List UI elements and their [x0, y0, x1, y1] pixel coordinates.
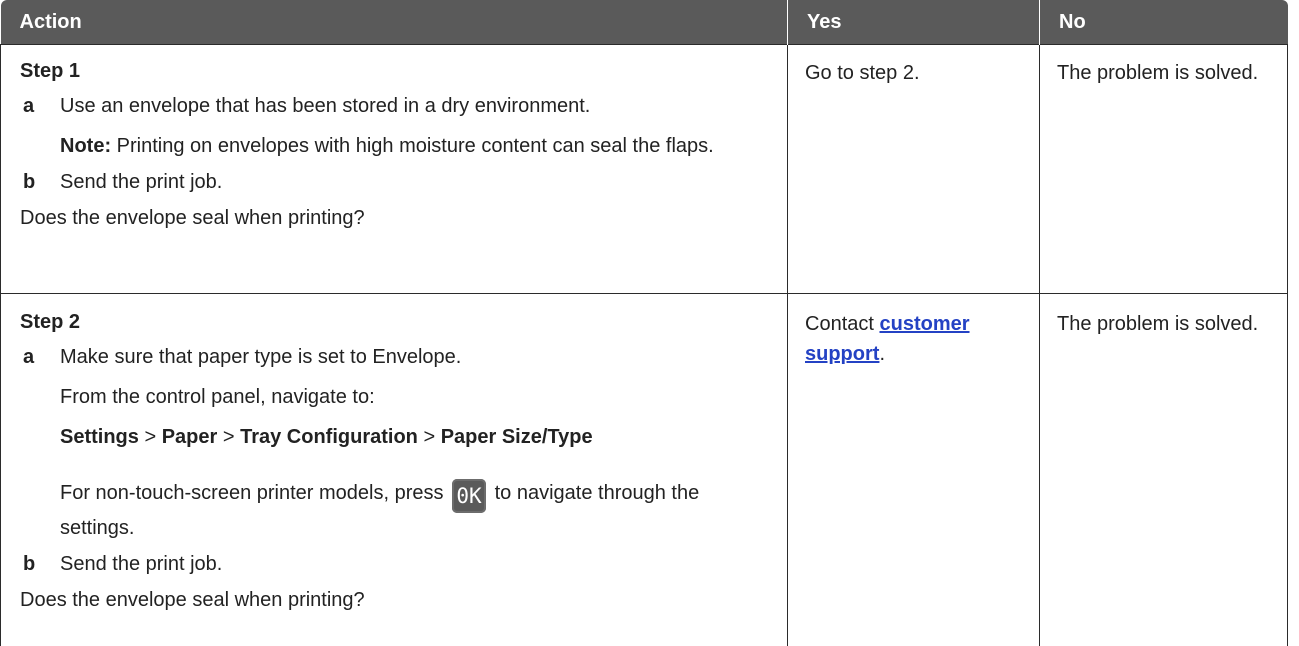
path-tray-configuration: Tray Configuration [240, 426, 418, 448]
non-touch-instruction: For non-touch-screen printer models, pre… [20, 478, 771, 543]
step-1-note: Note: Printing on envelopes with high mo… [20, 131, 771, 161]
step-2-substep-a: a Make sure that paper type is set to En… [20, 342, 771, 372]
no-text-step-1: The problem is solved. [1057, 62, 1259, 84]
substep-letter: b [23, 171, 36, 193]
step-1-substep-a: a Use an envelope that has been stored i… [20, 91, 771, 121]
header-action: Action [0, 0, 788, 45]
note-text: Printing on envelopes with high moisture… [111, 135, 714, 157]
table-row-step-2: Step 2 a Make sure that paper type is se… [0, 293, 1288, 646]
yes-text-step-2: Contact customer support. [788, 294, 1039, 369]
troubleshooting-table: Action Yes No Step 1 a Use an envelope t… [0, 0, 1288, 646]
path-settings: Settings [60, 426, 139, 448]
step-1-title: Step 1 [20, 60, 81, 82]
ok-button-icon: 0K [452, 479, 487, 513]
header-row: Action Yes No [0, 0, 1288, 45]
action-cell-step-1: Step 1 a Use an envelope that has been s… [0, 44, 788, 294]
yes-prefix: Contact [805, 313, 880, 335]
path-separator: > [417, 426, 441, 448]
header-yes: Yes [787, 0, 1040, 45]
step-2-question: Does the envelope seal when printing? [20, 589, 365, 611]
no-cell-step-2: The problem is solved. [1039, 293, 1288, 646]
path-separator: > [138, 426, 162, 448]
no-text-step-2: The problem is solved. [1057, 313, 1259, 335]
yes-cell-step-1: Go to step 2. [787, 44, 1040, 294]
substep-letter: a [23, 346, 35, 368]
header-no: No [1039, 0, 1288, 45]
action-cell-step-2: Step 2 a Make sure that paper type is se… [0, 293, 788, 646]
substep-text: Send the print job. [60, 171, 223, 193]
step-1-substep-b: b Send the print job. [20, 167, 771, 197]
path-paper: Paper [161, 426, 218, 448]
yes-text-step-1: Go to step 2. [805, 62, 920, 84]
nav-intro: From the control panel, navigate to: [60, 386, 375, 408]
substep-text: Send the print job. [60, 553, 223, 575]
step-2-title: Step 2 [20, 311, 81, 333]
menu-path: Settings > Paper > Tray Configuration > … [20, 422, 771, 452]
substep-text: Make sure that paper type is set to Enve… [60, 346, 462, 368]
yes-suffix: . [879, 343, 885, 365]
path-separator: > [217, 426, 241, 448]
yes-cell-step-2: Contact customer support. [787, 293, 1040, 646]
table-row-step-1: Step 1 a Use an envelope that has been s… [0, 44, 1288, 294]
no-cell-step-1: The problem is solved. [1039, 44, 1288, 294]
substep-letter: b [23, 553, 36, 575]
step-1-question: Does the envelope seal when printing? [20, 207, 365, 229]
substep-text: Use an envelope that has been stored in … [60, 95, 591, 117]
step-2-substep-b: b Send the print job. [20, 549, 771, 579]
note-label: Note: [60, 135, 112, 157]
substep-letter: a [23, 95, 35, 117]
non-touch-text-before: For non-touch-screen printer models, pre… [60, 482, 450, 504]
path-paper-size-type: Paper Size/Type [440, 426, 593, 448]
